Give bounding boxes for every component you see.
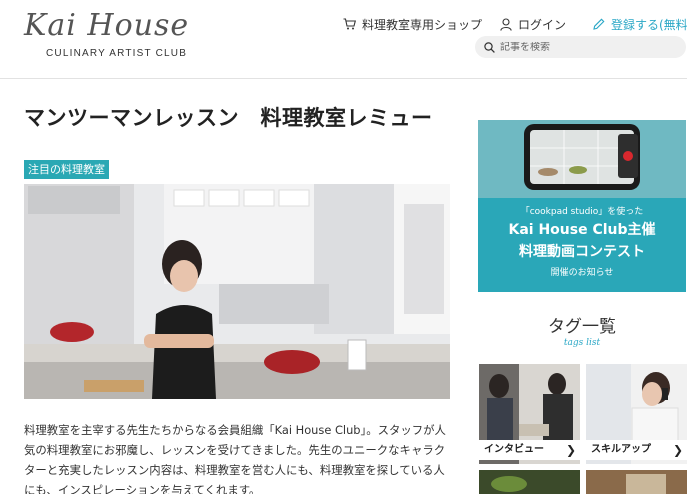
search-box (475, 36, 686, 58)
tag-card-interview[interactable]: インタビュー ❯ (479, 364, 580, 464)
tag-label-text: インタビュー (484, 444, 544, 455)
nav-register-link[interactable]: 登録する(無料) (593, 14, 687, 34)
page-title: マンツーマンレッスン 料理教室レミュー (24, 106, 433, 130)
banner-title-line2: 料理動画コンテスト (519, 244, 645, 260)
nav-shop-label: 料理教室専用ショップ (362, 17, 483, 32)
site-logo[interactable]: Kai House CULINARY ARTIST CLUB (24, 8, 204, 62)
nav-register-label: 登録する(無料) (611, 17, 687, 32)
tags-subheading: tags list (563, 338, 601, 348)
tag-card-partial-2[interactable] (586, 470, 687, 494)
category-badge[interactable]: 注目の料理教室 (24, 160, 109, 179)
banner-text-block: 「cookpad studio」を使った Kai House Club主催 料理… (486, 200, 678, 284)
tag-image-partial (586, 470, 687, 494)
tag-image-partial (479, 470, 580, 494)
tag-label-interview: インタビュー ❯ (479, 440, 580, 460)
nav-shop-link[interactable]: 料理教室専用ショップ (343, 14, 482, 34)
logo-subtitle: CULINARY ARTIST CLUB (46, 48, 188, 59)
tag-card-skillup[interactable]: スキルアップ ❯ (586, 364, 687, 464)
hero-photo (24, 184, 450, 399)
banner-notice-text: 開催のお知らせ (550, 268, 614, 278)
logo-script-text: Kai House (24, 8, 190, 43)
article-intro: 料理教室を主宰する先生たちからなる会員組織「Kai House Club」。スタ… (24, 423, 446, 494)
cart-icon (343, 18, 356, 30)
nav-login-label: ログイン (518, 17, 567, 32)
site-header: Kai House CULINARY ARTIST CLUB 料理教室専用ショッ… (0, 0, 687, 79)
pencil-icon (593, 18, 605, 30)
chevron-right-icon: ❯ (672, 443, 683, 457)
nav-login-link[interactable]: ログイン (500, 14, 566, 34)
tag-label-text: スキルアップ (591, 444, 651, 455)
banner-small-text: 「cookpad studio」を使った (520, 207, 644, 217)
tags-heading: タグ一覧 (548, 317, 616, 337)
search-icon[interactable] (484, 41, 495, 53)
search-input[interactable] (500, 41, 670, 53)
user-icon (500, 17, 512, 31)
banner-title-line1: Kai House Club主催 (508, 222, 656, 238)
chevron-right-icon: ❯ (565, 443, 576, 457)
tag-label-skillup: スキルアップ ❯ (586, 440, 687, 460)
video-contest-banner[interactable]: 「cookpad studio」を使った Kai House Club主催 料理… (478, 120, 686, 292)
tag-card-partial-1[interactable] (479, 470, 580, 494)
